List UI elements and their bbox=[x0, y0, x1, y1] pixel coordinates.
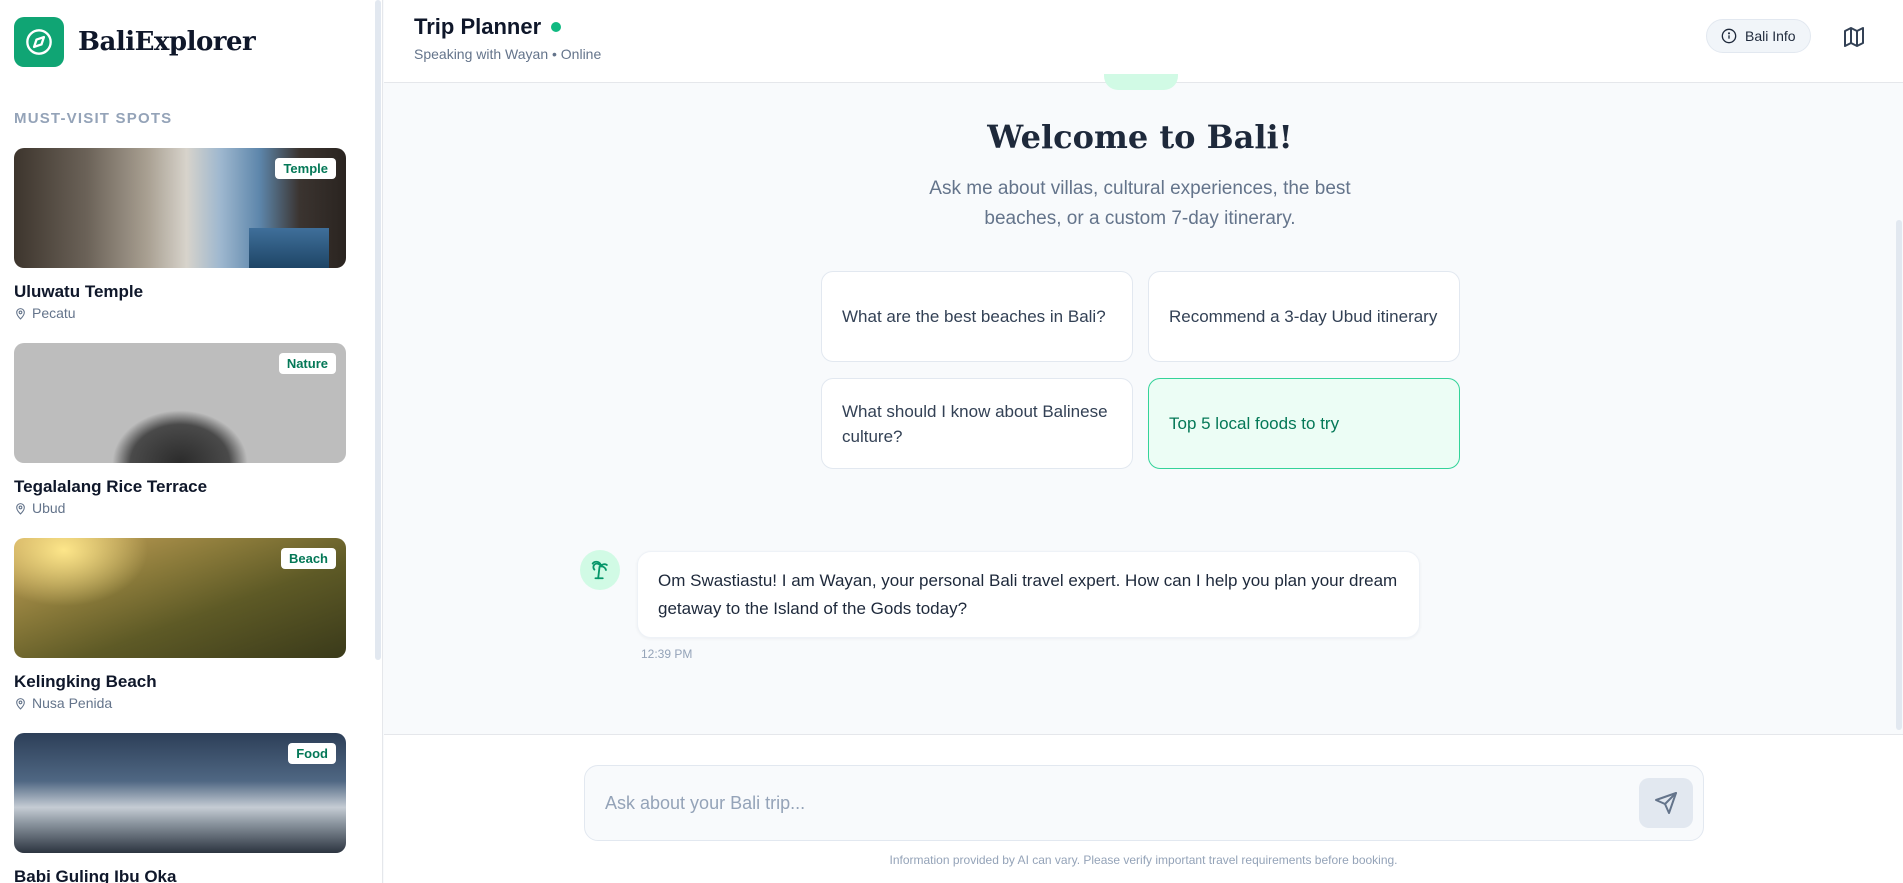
spot-tag: Food bbox=[288, 743, 336, 764]
map-pin-icon bbox=[16, 697, 25, 710]
suggestion-best-beaches[interactable]: What are the best beaches in Bali? bbox=[821, 271, 1133, 362]
chat-input[interactable] bbox=[605, 766, 1605, 840]
composer bbox=[584, 765, 1704, 841]
page-title-label: Trip Planner bbox=[414, 14, 542, 39]
spot-card-kelingking[interactable]: Beach Kelingking Beach Nusa Penida bbox=[14, 538, 346, 711]
section-title: MUST-VISIT SPOTS bbox=[14, 110, 173, 127]
brand[interactable]: BaliExplorer bbox=[14, 17, 256, 67]
disclaimer: Information provided by AI can vary. Ple… bbox=[889, 853, 1398, 867]
info-icon bbox=[1721, 28, 1737, 44]
send-icon bbox=[1655, 792, 1677, 814]
welcome-subtitle: Ask me about villas, cultural experience… bbox=[929, 178, 1351, 229]
bali-info-label: Bali Info bbox=[1745, 28, 1796, 44]
spot-location: Ubud bbox=[14, 500, 346, 516]
online-status-dot bbox=[551, 22, 562, 32]
suggestion-local-foods[interactable]: Top 5 local foods to try bbox=[1148, 378, 1460, 469]
spot-card-tegalalang[interactable]: Nature Tegalalang Rice Terrace Ubud bbox=[14, 343, 346, 516]
map-button[interactable] bbox=[1839, 22, 1869, 52]
welcome-icon bbox=[1104, 74, 1178, 90]
bot-avatar bbox=[580, 550, 620, 590]
spot-name: Uluwatu Temple bbox=[14, 282, 144, 301]
map-icon bbox=[1844, 27, 1864, 47]
welcome-title: Welcome to Bali! bbox=[987, 118, 1293, 156]
spot-image: Temple bbox=[14, 148, 346, 268]
header-subtitle: Speaking with Wayan • Online bbox=[414, 46, 602, 62]
spot-image: Nature bbox=[14, 343, 346, 463]
suggestion-balinese-culture[interactable]: What should I know about Balinese cultur… bbox=[821, 378, 1133, 469]
bali-info-button[interactable]: Bali Info bbox=[1706, 19, 1811, 53]
suggestion-ubud-itinerary[interactable]: Recommend a 3-day Ubud itinerary bbox=[1148, 271, 1460, 362]
spot-image: Beach bbox=[14, 538, 346, 658]
spot-tag: Beach bbox=[280, 548, 336, 569]
spot-card-babi-guling[interactable]: Food Babi Guling Ibu Oka bbox=[14, 733, 346, 883]
palm-tree-icon bbox=[591, 560, 608, 580]
spot-card-uluwatu[interactable]: Temple Uluwatu Temple Pecatu bbox=[14, 148, 346, 321]
spot-location: Pecatu bbox=[14, 305, 346, 321]
spot-location-label: Ubud bbox=[32, 500, 66, 516]
brand-name: BaliExplorer bbox=[78, 27, 256, 57]
spot-image: Food bbox=[14, 733, 346, 853]
send-button[interactable] bbox=[1639, 778, 1693, 828]
bot-message-bubble: Om Swastiastu! I am Wayan, your personal… bbox=[637, 551, 1420, 638]
spot-tag: Temple bbox=[275, 158, 336, 179]
map-pin-icon bbox=[16, 307, 25, 320]
spot-name: Kelingking Beach bbox=[14, 672, 157, 691]
spot-tag: Nature bbox=[278, 353, 336, 374]
spot-name: Babi Guling Ibu Oka bbox=[14, 867, 177, 883]
message-timestamp: 12:39 PM bbox=[641, 647, 693, 661]
sidebar-scrollbar[interactable] bbox=[375, 0, 381, 660]
page-title: Trip Planner bbox=[414, 14, 562, 40]
spot-name: Tegalalang Rice Terrace bbox=[14, 477, 208, 496]
spot-location-label: Pecatu bbox=[32, 305, 76, 321]
spot-location-label: Nusa Penida bbox=[32, 695, 113, 711]
sidebar: BaliExplorer MUST-VISIT SPOTS Temple Ulu… bbox=[0, 0, 383, 883]
chat-scrollbar[interactable] bbox=[1896, 220, 1902, 730]
compass-icon bbox=[14, 17, 64, 67]
chat-header: Trip Planner Speaking with Wayan • Onlin… bbox=[384, 0, 1903, 83]
map-pin-icon bbox=[16, 502, 25, 515]
spot-location: Nusa Penida bbox=[14, 695, 346, 711]
